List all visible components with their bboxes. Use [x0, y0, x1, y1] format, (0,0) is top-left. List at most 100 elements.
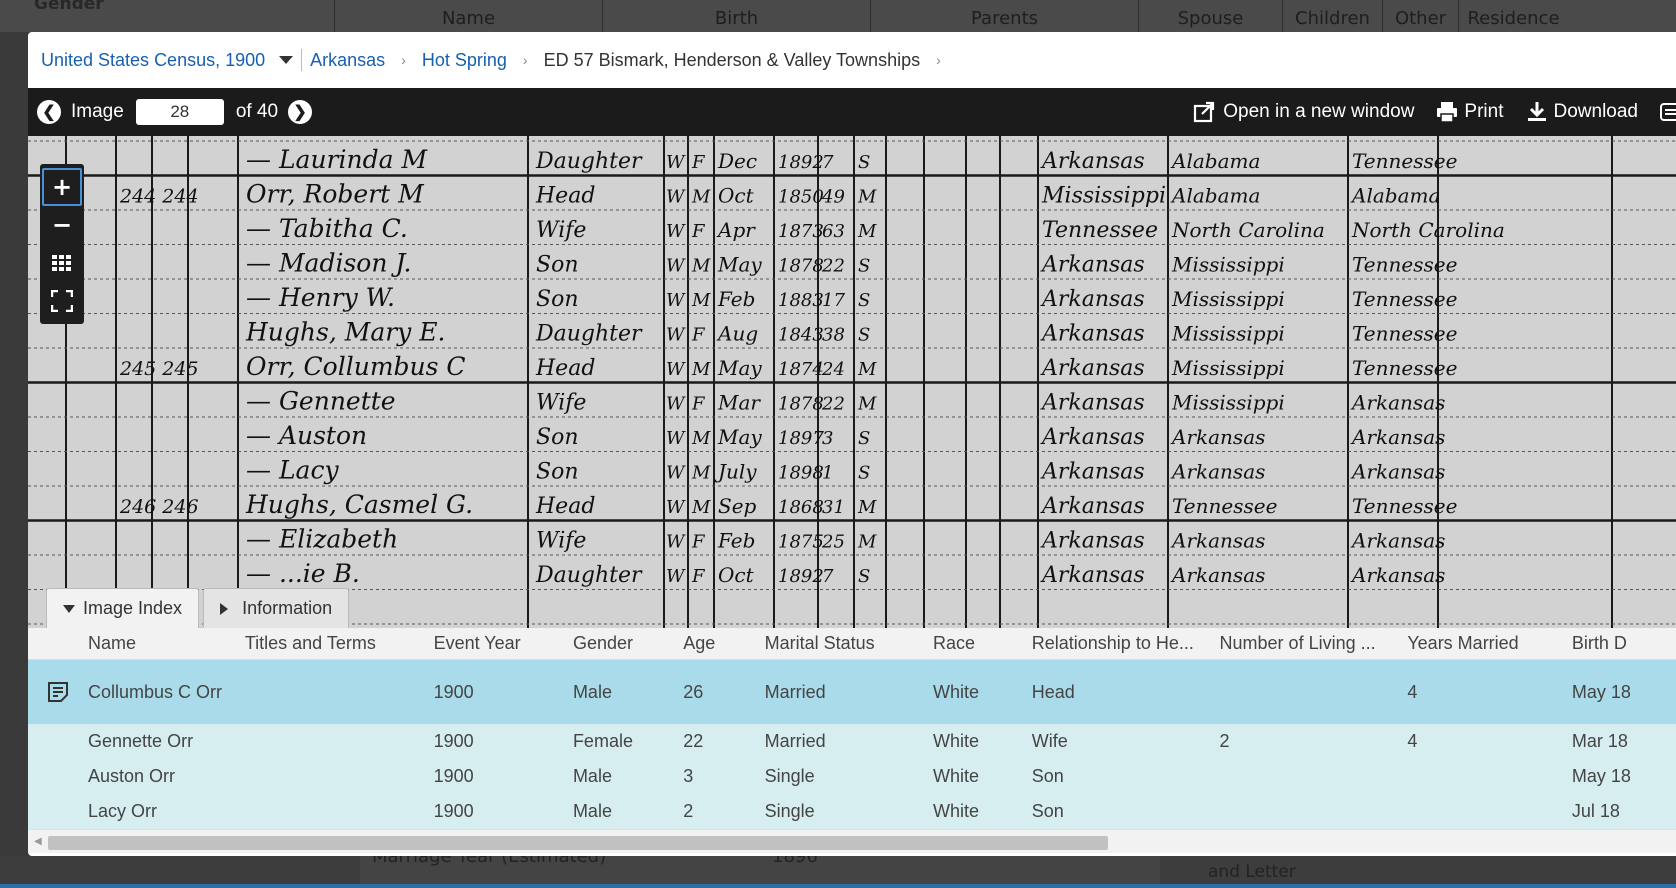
census-birth-month: Oct	[718, 563, 755, 587]
bg-col-residence: Residence	[1458, 0, 1568, 32]
census-birth-year: 1875	[778, 532, 824, 553]
more-options-button[interactable]	[1660, 101, 1676, 123]
census-age: 31	[822, 497, 845, 518]
header-years-married[interactable]: Years Married	[1407, 633, 1572, 654]
record-detail-icon[interactable]	[47, 681, 69, 703]
breadcrumb-divider	[301, 49, 303, 71]
header-gender[interactable]: Gender	[573, 633, 683, 654]
header-relationship[interactable]: Relationship to He...	[1032, 633, 1220, 654]
horizontal-scrollbar[interactable]: ◀	[28, 829, 1676, 853]
census-father-birthplace: Arkansas	[1170, 460, 1265, 484]
breadcrumb-county[interactable]: Hot Spring	[422, 50, 507, 71]
fullscreen-button[interactable]	[40, 282, 84, 320]
next-image-button[interactable]: ❯	[288, 100, 313, 124]
header-living-children[interactable]: Number of Living ...	[1220, 633, 1408, 654]
header-age[interactable]: Age	[683, 633, 764, 654]
zoom-in-button[interactable]: +	[42, 168, 82, 206]
census-race: W	[666, 187, 686, 208]
header-titles[interactable]: Titles and Terms	[245, 633, 434, 654]
collection-dropdown-icon[interactable]	[279, 56, 294, 64]
census-sex: F	[691, 566, 706, 587]
chevron-right-icon: ›	[522, 52, 528, 68]
image-index-table: Name Titles and Terms Event Year Gender …	[28, 628, 1676, 853]
census-sex: M	[691, 290, 711, 311]
cell-race: White	[933, 801, 980, 821]
triangle-right-icon	[220, 602, 229, 615]
triangle-down-icon	[63, 604, 75, 613]
breadcrumb-collection[interactable]: United States Census, 1900	[41, 50, 265, 71]
census-age: 38	[822, 325, 845, 346]
census-race: W	[666, 463, 686, 484]
census-birth-month: Feb	[717, 529, 755, 553]
breadcrumb-state[interactable]: Arkansas	[310, 50, 385, 71]
census-relation: Wife	[536, 529, 586, 554]
background-letter-text: and Letter	[1208, 862, 1296, 882]
cell-marital-status: Married	[764, 681, 826, 702]
census-father-birthplace: Tennessee	[1172, 494, 1277, 518]
grid-icon	[52, 255, 71, 271]
census-birth-year: 1883	[778, 290, 824, 311]
table-row[interactable]: Collumbus C Orr 1900 Male 26 Married Whi…	[28, 660, 1676, 724]
census-marital: M	[857, 359, 877, 380]
cell-event-year: 1900	[433, 766, 474, 786]
census-birth-month: Oct	[718, 184, 755, 208]
cell-race: White	[933, 731, 980, 751]
chevron-right-icon[interactable]: ›	[936, 52, 941, 68]
open-new-window-button[interactable]: Open in a new window	[1193, 101, 1414, 123]
cell-name: Collumbus C Orr	[88, 682, 223, 702]
census-image[interactable]: — Laurinda M Daughter W F Dec 18927 S Arkansas A…	[28, 136, 1676, 628]
census-birth-month: July	[714, 460, 757, 484]
census-birthplace: Arkansas	[1040, 425, 1145, 450]
previous-image-button[interactable]: ❮	[37, 100, 61, 124]
census-marital: S	[858, 256, 870, 277]
census-relation: Daughter	[535, 149, 643, 174]
census-name: — Elizabeth	[246, 525, 398, 554]
census-birth-year: 1878	[778, 256, 824, 277]
bg-col-other: Other	[1382, 0, 1458, 32]
cell-marital-status: Married	[764, 731, 826, 751]
grid-view-button[interactable]	[40, 244, 84, 282]
table-row[interactable]: Auston Orr 1900 Male 3 Single White Son …	[28, 759, 1676, 794]
image-label: Image	[71, 101, 124, 122]
table-row[interactable]: Lacy Orr 1900 Male 2 Single White Son Ju…	[28, 794, 1676, 829]
cell-age: 2	[683, 801, 694, 821]
bg-col-birth: Birth	[602, 0, 870, 32]
download-button[interactable]: Download	[1526, 101, 1638, 123]
header-race[interactable]: Race	[933, 633, 1032, 654]
header-birth-date[interactable]: Birth D	[1572, 633, 1676, 654]
census-race: W	[666, 325, 686, 346]
scrollbar-thumb[interactable]	[48, 836, 1108, 850]
cell-name: Auston Orr	[88, 766, 176, 786]
print-button[interactable]: Print	[1436, 101, 1504, 123]
header-name[interactable]: Name	[88, 633, 245, 654]
table-row[interactable]: Gennette Orr 1900 Female 22 Married Whit…	[28, 724, 1676, 759]
table-header: Name Titles and Terms Event Year Gender …	[28, 628, 1676, 660]
open-new-window-icon	[1194, 101, 1215, 123]
image-number-input[interactable]: 28	[135, 99, 224, 125]
open-new-window-label: Open in a new window	[1223, 101, 1415, 122]
header-marital-status[interactable]: Marital Status	[765, 633, 933, 654]
tab-image-index[interactable]: Image Index	[46, 588, 200, 628]
scroll-left-icon[interactable]: ◀	[34, 836, 42, 847]
census-birthplace: Arkansas	[1040, 391, 1145, 416]
census-marital: S	[858, 152, 870, 173]
census-birth-month: Apr	[716, 218, 756, 242]
zoom-out-button[interactable]: −	[40, 206, 84, 244]
background-section-label: Gender	[34, 0, 104, 14]
census-mother-birthplace: Tennessee	[1352, 149, 1457, 173]
census-father-birthplace: Mississippi	[1171, 391, 1285, 415]
header-event-year[interactable]: Event Year	[434, 633, 573, 654]
tab-information[interactable]: Information	[203, 588, 350, 628]
cell-age: 26	[683, 681, 704, 702]
bg-col-name: Name	[334, 0, 602, 32]
census-age: 1	[822, 463, 833, 484]
census-birthplace: Arkansas	[1040, 529, 1145, 554]
cell-years-married: 4	[1407, 681, 1418, 702]
breadcrumb-district[interactable]: ED 57 Bismark, Henderson & Valley Townsh…	[544, 50, 921, 71]
census-father-birthplace: Arkansas	[1170, 529, 1265, 553]
census-image-viewer[interactable]: — Laurinda M Daughter W F Dec 1892 7 S Arkansas A…	[28, 136, 1676, 628]
census-name: — Lacy	[246, 456, 339, 485]
census-race: W	[666, 394, 686, 415]
census-dwelling-number: 245 245	[119, 358, 199, 380]
tab-image-index-label: Image Index	[83, 598, 183, 618]
